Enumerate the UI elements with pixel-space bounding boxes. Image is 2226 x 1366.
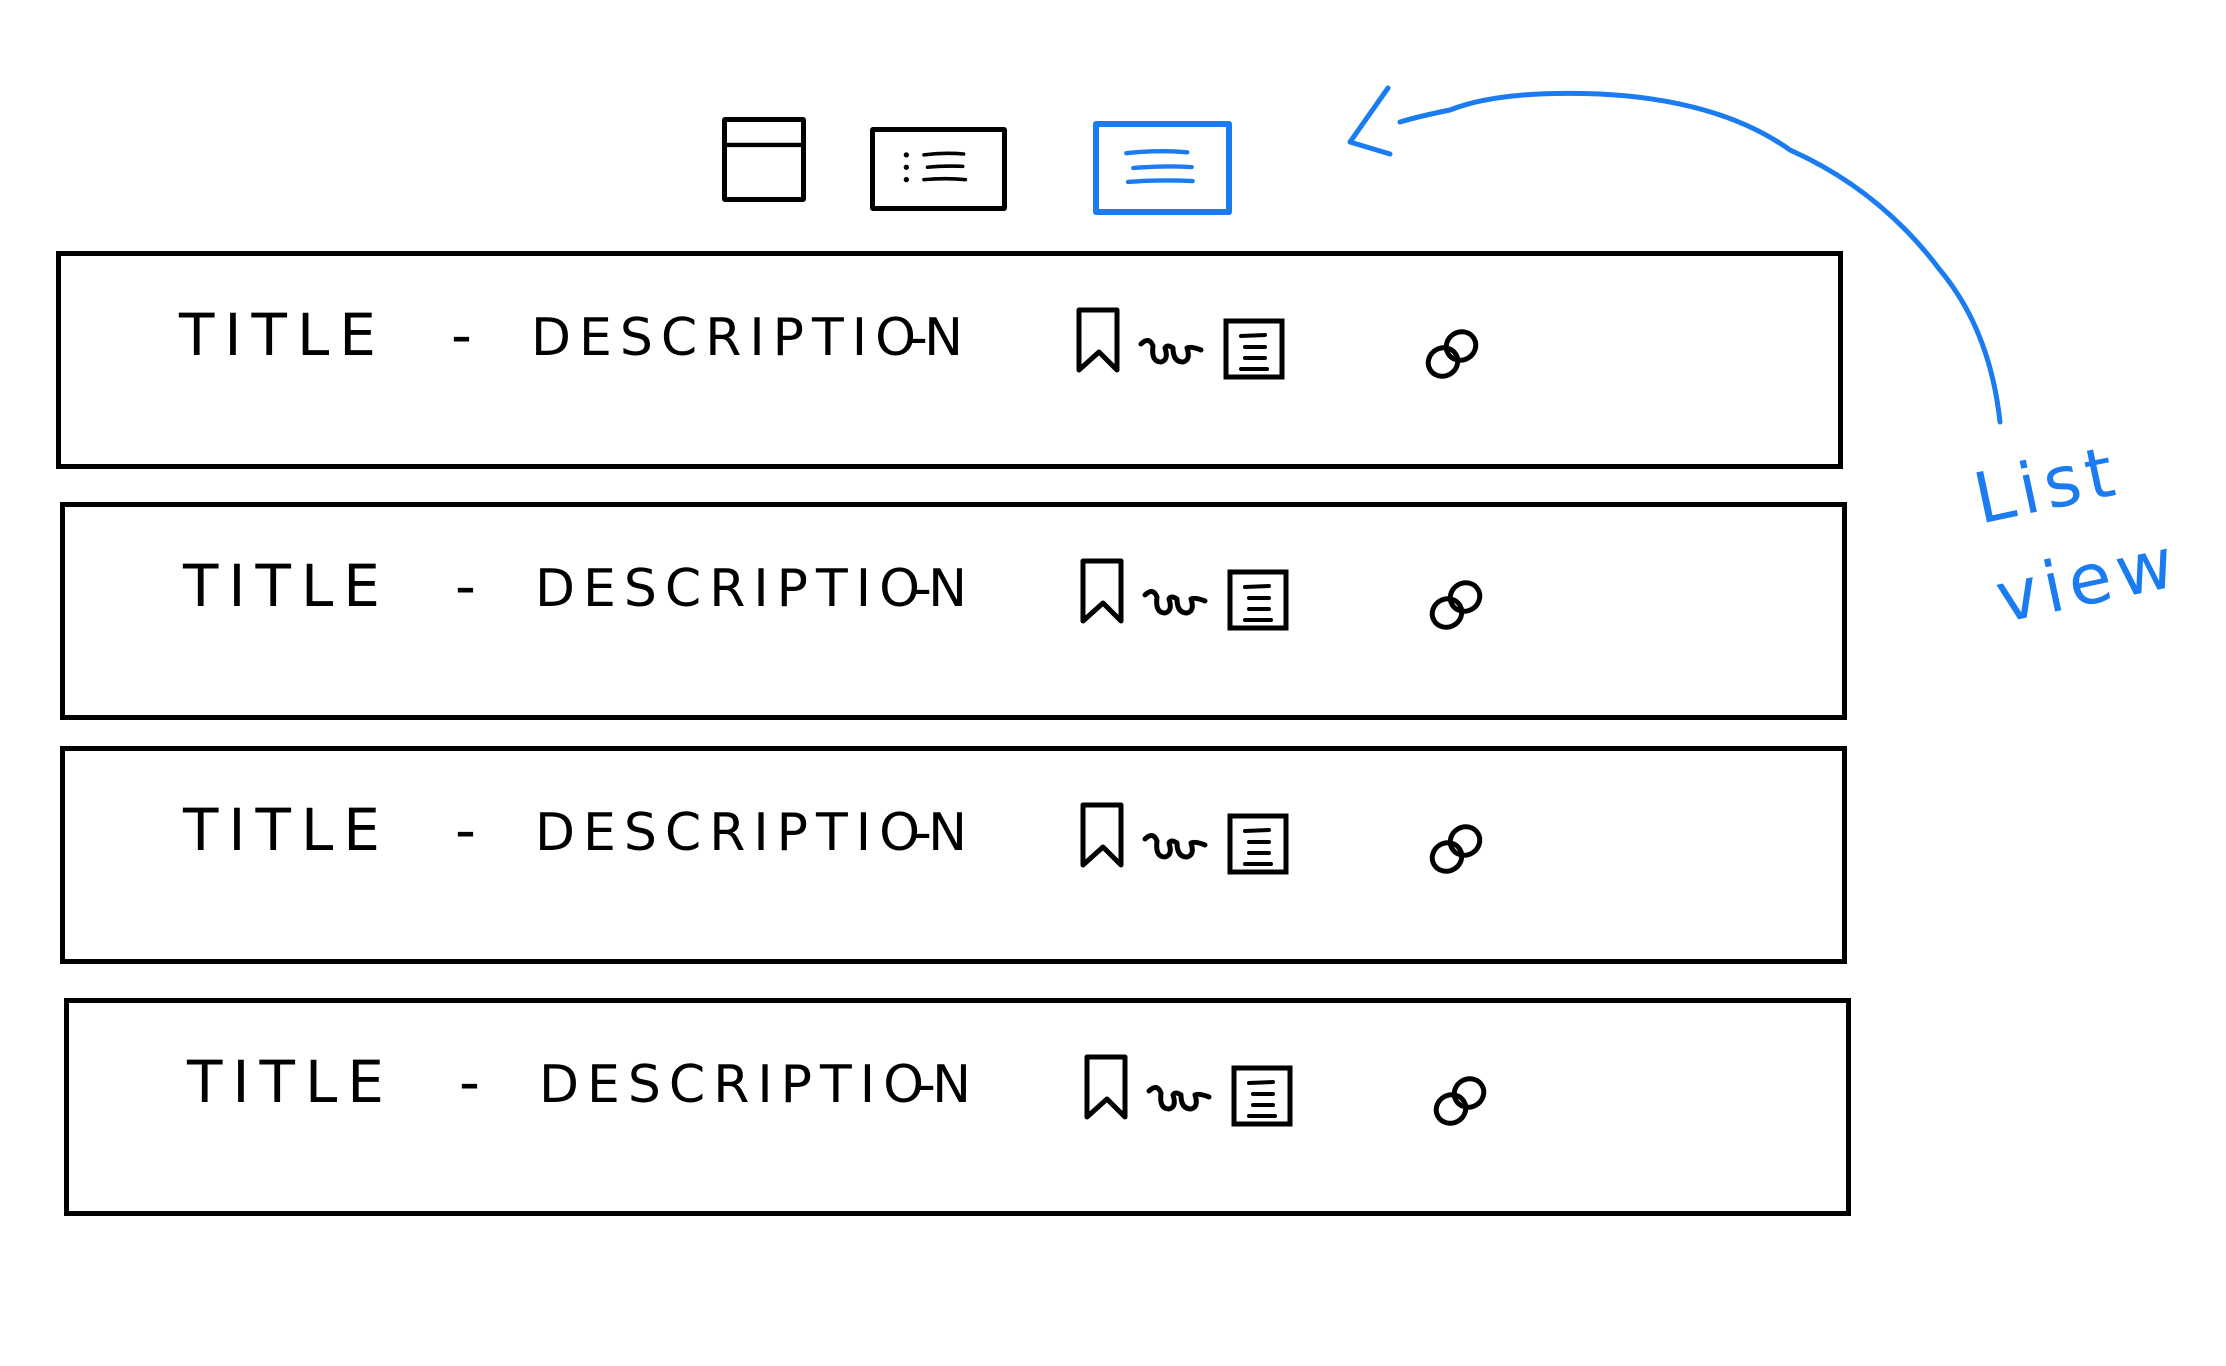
list-view-toggle[interactable] [1093, 121, 1232, 215]
row-title: TITLE [183, 552, 390, 620]
compact-list-view-toggle[interactable] [870, 127, 1007, 211]
glasses-icon[interactable] [1142, 829, 1208, 863]
list-item[interactable]: TITLE - DESCRIPTION - [60, 746, 1847, 964]
row-title: TITLE [183, 796, 390, 864]
note-icon[interactable] [1227, 813, 1289, 875]
row-trailing-dash: - [917, 1055, 936, 1115]
note-icon[interactable] [1223, 318, 1285, 380]
card-view-toggle[interactable] [722, 117, 806, 202]
row-title: TITLE [179, 301, 386, 369]
list-item[interactable]: TITLE - DESCRIPTION - [64, 998, 1851, 1216]
row-separator: - [455, 796, 476, 864]
row-trailing-dash: - [909, 308, 928, 368]
row-trailing-dash: - [913, 803, 932, 863]
annotation-arrow [1347, 85, 2003, 425]
row-description: DESCRIPTION [531, 308, 971, 368]
annotation-label-line1: List [1966, 429, 2127, 541]
row-trailing-dash: - [913, 559, 932, 619]
glasses-icon[interactable] [1142, 585, 1208, 619]
bookmark-icon[interactable] [1077, 801, 1129, 869]
glasses-icon[interactable] [1146, 1081, 1212, 1115]
row-description: DESCRIPTION [535, 559, 975, 619]
glasses-icon[interactable] [1138, 334, 1204, 368]
link-icon[interactable] [1425, 819, 1487, 877]
row-description: DESCRIPTION [539, 1055, 979, 1115]
note-icon[interactable] [1227, 569, 1289, 631]
card-view-icon [727, 142, 801, 148]
list-view-icon [1124, 149, 1195, 185]
list-item[interactable]: TITLE - DESCRIPTION - [60, 502, 1847, 720]
bookmark-icon[interactable] [1073, 306, 1125, 374]
annotation-label-line2: view [1988, 520, 2187, 640]
row-separator: - [459, 1048, 480, 1116]
note-icon[interactable] [1231, 1065, 1293, 1127]
row-title: TITLE [187, 1048, 394, 1116]
link-icon[interactable] [1429, 1071, 1491, 1129]
link-icon[interactable] [1425, 575, 1487, 633]
row-separator: - [455, 552, 476, 620]
row-separator: - [451, 301, 472, 369]
bookmark-icon[interactable] [1081, 1053, 1133, 1121]
row-description: DESCRIPTION [535, 803, 975, 863]
compact-list-icon [903, 151, 968, 183]
bookmark-icon[interactable] [1077, 557, 1129, 625]
